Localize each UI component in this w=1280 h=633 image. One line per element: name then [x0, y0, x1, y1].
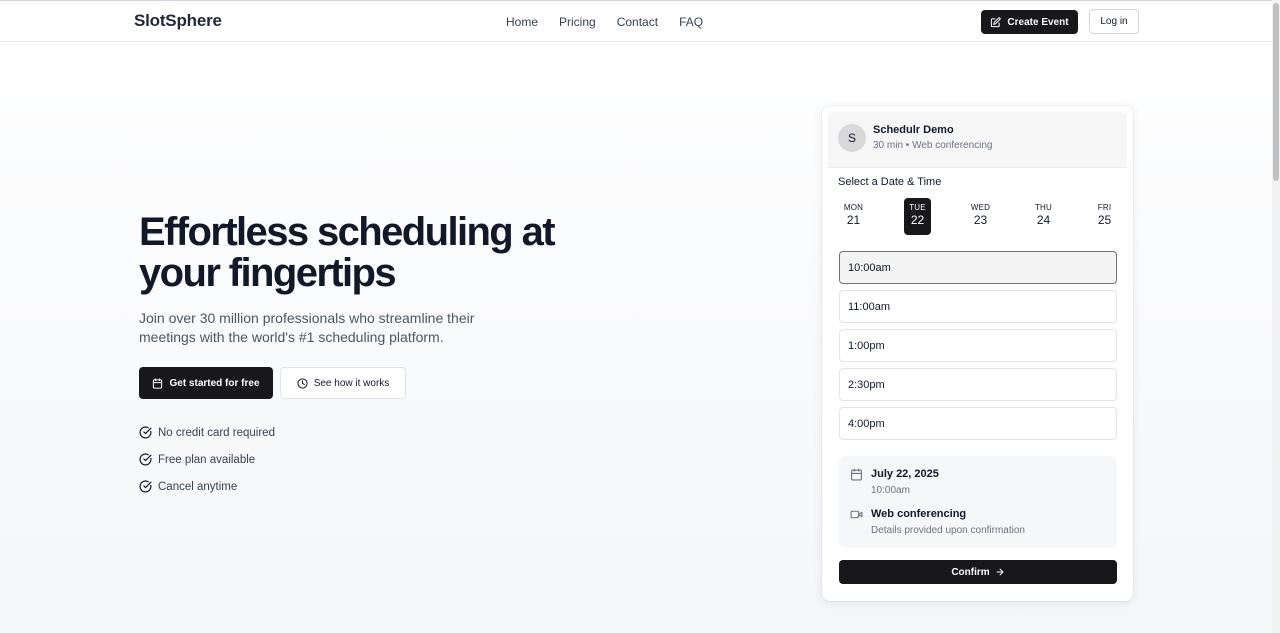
host-name: Schedulr Demo	[873, 124, 954, 136]
confirm-button[interactable]: Confirm	[839, 560, 1117, 584]
check-circle-icon	[139, 480, 152, 493]
summary-conferencing: Web conferencing	[871, 508, 967, 520]
feature-label: No credit card required	[158, 426, 275, 439]
time-slot[interactable]: 11:00am	[839, 290, 1117, 323]
avatar: S	[838, 124, 866, 152]
time-slot[interactable]: 2:30pm	[839, 368, 1117, 401]
check-circle-icon	[139, 453, 152, 466]
top-navbar: SlotSphere Home Pricing Contact FAQ Crea…	[0, 0, 1280, 42]
feature-item: Cancel anytime	[139, 480, 237, 493]
confirm-label: Confirm	[951, 566, 990, 578]
check-circle-icon	[139, 426, 152, 439]
nav-pricing[interactable]: Pricing	[559, 14, 596, 30]
day-fri[interactable]: FRI 25	[1091, 198, 1118, 235]
scrollbar-thumb[interactable]	[1273, 3, 1279, 181]
day-tue[interactable]: TUE 22	[904, 198, 931, 235]
feature-item: No credit card required	[139, 426, 275, 439]
brand-logo[interactable]: SlotSphere	[134, 11, 222, 31]
summary-date: July 22, 2025	[871, 468, 939, 480]
hero-title: Effortless scheduling at your fingertips	[139, 210, 556, 295]
booking-summary: July 22, 2025 10:00am Web conferencing D…	[839, 456, 1117, 548]
day-of-week: TUE	[909, 203, 926, 212]
day-number: 23	[973, 213, 988, 227]
scrollbar[interactable]	[1272, 0, 1280, 633]
hero-subtitle: Join over 30 million professionals who s…	[139, 310, 475, 345]
get-started-label: Get started for free	[169, 377, 260, 389]
time-slot[interactable]: 4:00pm	[839, 407, 1117, 440]
see-how-label: See how it works	[313, 377, 390, 389]
day-number: 21	[846, 213, 861, 227]
time-slot[interactable]: 1:00pm	[839, 329, 1117, 362]
day-number: 25	[1097, 213, 1112, 227]
summary-details: Details provided upon confirmation	[871, 525, 1025, 536]
day-wed[interactable]: WED 23	[967, 198, 994, 235]
day-of-week: FRI	[1097, 203, 1112, 212]
feature-label: Cancel anytime	[158, 480, 238, 493]
create-event-button[interactable]: Create Event	[981, 10, 1078, 34]
day-of-week: WED	[970, 203, 991, 212]
day-thu[interactable]: THU 24	[1030, 198, 1057, 235]
pencil-square-icon	[991, 16, 1002, 27]
see-how-button[interactable]: See how it works	[280, 367, 406, 399]
feature-item: Free plan available	[139, 453, 255, 466]
video-icon	[850, 510, 863, 519]
feature-label: Free plan available	[158, 453, 256, 466]
nav-contact[interactable]: Contact	[617, 14, 658, 30]
summary-time: 10:00am	[871, 485, 910, 496]
day-number: 22	[910, 213, 925, 227]
day-of-week: THU	[1034, 203, 1053, 212]
select-date-label: Select a Date & Time	[838, 176, 942, 188]
booking-card: S Schedulr Demo 30 min • Web conferencin…	[822, 106, 1133, 601]
login-button[interactable]: Log in	[1089, 9, 1139, 34]
create-event-label: Create Event	[1007, 16, 1069, 28]
get-started-button[interactable]: Get started for free	[139, 367, 273, 399]
day-number: 24	[1036, 213, 1051, 227]
arrow-right-icon	[996, 568, 1004, 576]
event-meta: 30 min • Web conferencing	[873, 140, 993, 151]
time-slot[interactable]: 10:00am	[839, 251, 1117, 284]
clock-icon	[297, 377, 308, 389]
nav-faq[interactable]: FAQ	[679, 14, 703, 30]
booking-card-header: S Schedulr Demo 30 min • Web conferencin…	[828, 112, 1127, 168]
calendar-icon	[851, 468, 862, 481]
calendar-icon	[153, 377, 163, 389]
main-nav: Home Pricing Contact FAQ	[506, 14, 724, 30]
day-of-week: MON	[843, 203, 864, 212]
day-mon[interactable]: MON 21	[840, 198, 867, 235]
nav-home[interactable]: Home	[506, 14, 538, 30]
